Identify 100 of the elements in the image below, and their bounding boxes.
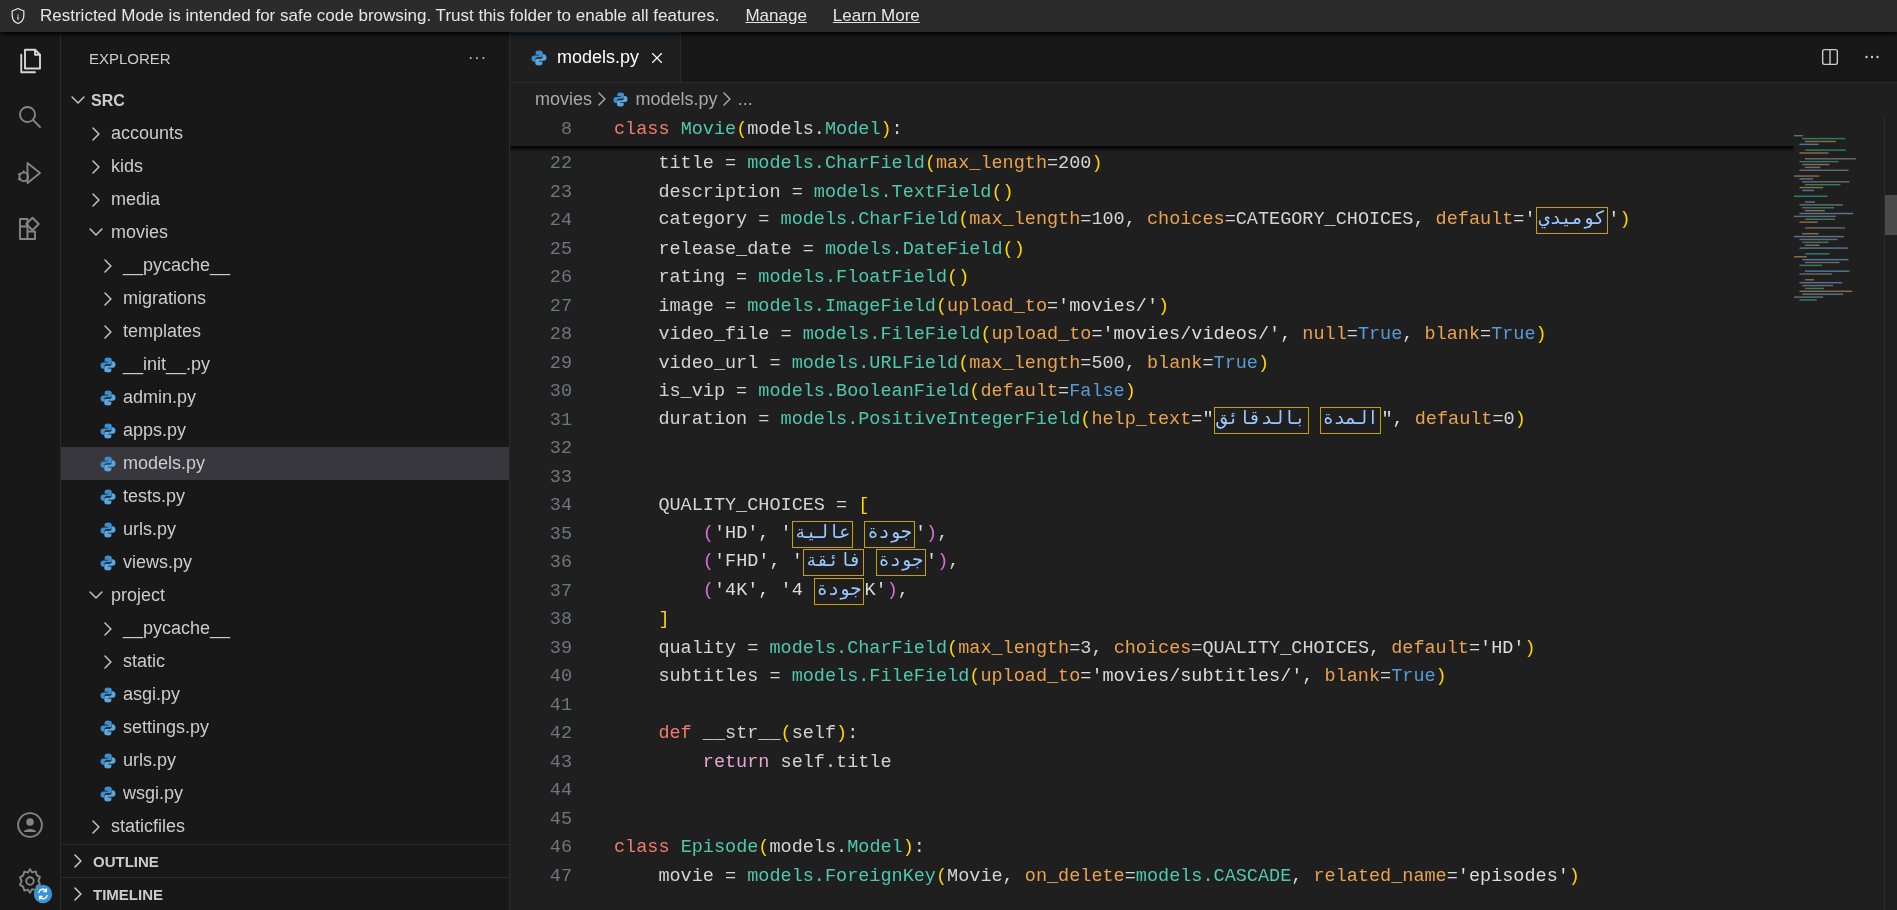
line-number: 30	[548, 381, 572, 403]
line-number: 46	[548, 837, 572, 859]
panel-header[interactable]: TIMELINE	[61, 877, 509, 910]
line-number: 8	[559, 118, 572, 140]
line-number: 28	[548, 324, 572, 346]
line-number: 34	[548, 495, 572, 517]
chevron-icon	[73, 854, 83, 868]
line-number: 27	[548, 295, 572, 317]
line-number: 40	[548, 666, 572, 688]
chevron-icon	[89, 228, 103, 237]
file-item[interactable]: tests.py	[61, 480, 509, 513]
folder-item[interactable]: templates	[61, 315, 509, 348]
code-line: subtitles = models.FileField(upload_to='movies/subtitles/', blank=True)	[657, 666, 1447, 688]
python-file-icon	[99, 454, 117, 473]
code-line: class Movie(models.Model):	[614, 118, 903, 140]
folder-item[interactable]: migrations	[61, 282, 509, 315]
line-number: 47	[548, 865, 572, 887]
line-number: 23	[548, 181, 572, 203]
code-line: class Episode(models.Model):	[614, 837, 925, 859]
banner-link[interactable]: Manage	[745, 6, 807, 26]
file-item[interactable]: admin.py	[61, 381, 509, 414]
line-number: 24	[548, 210, 572, 232]
line-number: 22	[548, 153, 572, 175]
chevron-icon	[91, 159, 101, 174]
file-item[interactable]: settings.py	[61, 711, 509, 744]
python-file-icon	[99, 355, 117, 374]
scrollbar[interactable]	[1884, 115, 1897, 910]
code-line: image = models.ImageField(upload_to='movies/')	[657, 295, 1170, 317]
chevron-icon	[103, 654, 113, 669]
python-file-icon	[99, 388, 117, 407]
code-line: return self.title	[701, 751, 892, 773]
line-number: 43	[548, 751, 572, 773]
code-line: quality = models.CharField(max_length=3, choices=QUALITY_CHOICES, default='HD')	[657, 637, 1536, 659]
chevron-icon	[73, 887, 83, 901]
folder-item[interactable]: media	[61, 183, 509, 216]
folder-item[interactable]: kids	[61, 150, 509, 183]
file-item[interactable]: apps.py	[61, 414, 509, 447]
folder-item[interactable]: staticfiles	[61, 810, 509, 843]
folder-item[interactable]: project	[61, 579, 509, 612]
python-file-icon	[99, 487, 117, 506]
line-number: 44	[548, 780, 572, 802]
file-item[interactable]: urls.py	[61, 513, 509, 546]
breadcrumb-item[interactable]: models.py	[635, 88, 718, 110]
code-line: release_date = models.DateField()	[657, 238, 1025, 260]
file-item[interactable]: asgi.py	[61, 678, 509, 711]
breadcrumb-item[interactable]: movies	[535, 88, 592, 110]
chevron-icon	[103, 258, 113, 273]
code-line: def __str__(self):	[657, 723, 859, 745]
folder-item[interactable]: movies	[61, 216, 509, 249]
line-number: 37	[548, 580, 572, 602]
line-number: 41	[548, 694, 572, 716]
line-number: 45	[548, 808, 572, 830]
folder-item[interactable]: __pycache__	[61, 612, 509, 645]
line-number: 32	[548, 438, 572, 460]
folder-item[interactable]: static	[61, 645, 509, 678]
python-file-icon	[530, 48, 548, 67]
line-number: 25	[548, 238, 572, 260]
code-line: video_url = models.URLField(max_length=500, blank=True)	[657, 352, 1270, 374]
folder-item[interactable]: accounts	[61, 117, 509, 150]
split-editor-icon[interactable]	[1819, 46, 1841, 68]
line-number: 39	[548, 637, 572, 659]
more-actions-button[interactable]: ···	[468, 49, 487, 67]
line-number: 31	[548, 409, 572, 431]
chevron-icon	[723, 92, 732, 106]
explorer-title: EXPLORER	[89, 49, 171, 67]
code-line: QUALITY_CHOICES = [	[657, 495, 870, 517]
chevron-icon	[103, 291, 113, 306]
code-line: rating = models.FloatField()	[657, 267, 970, 289]
panel-header[interactable]: OUTLINE	[61, 844, 509, 877]
python-file-icon	[99, 421, 117, 440]
chevron-icon	[71, 96, 85, 105]
code-line: title = models.CharField(max_length=200)	[657, 153, 1103, 175]
file-item[interactable]: wsgi.py	[61, 777, 509, 810]
folder-root[interactable]: SRC	[61, 84, 509, 117]
code-line: movie = models.ForeignKey(Movie, on_delete=models.CASCADE, related_name='episodes')	[657, 865, 1580, 887]
editor-tab[interactable]: models.py	[510, 32, 682, 82]
python-file-icon	[99, 553, 117, 572]
folder-item[interactable]: __pycache__	[61, 249, 509, 282]
line-number: 26	[548, 267, 572, 289]
file-item[interactable]: models.py	[61, 447, 509, 480]
line-number: 42	[548, 723, 572, 745]
account-icon[interactable]	[15, 810, 45, 840]
code-line: video_file = models.FileField(upload_to='movies/videos/', null=True, blank=True)	[657, 324, 1547, 346]
line-number: 29	[548, 352, 572, 374]
python-file-icon	[99, 520, 117, 539]
chevron-icon	[91, 192, 101, 207]
chevron-icon	[598, 92, 607, 106]
file-item[interactable]: urls.py	[61, 744, 509, 777]
file-item[interactable]: views.py	[61, 546, 509, 579]
chevron-icon	[103, 324, 113, 339]
chevron-icon	[91, 126, 101, 141]
file-item[interactable]: __init__.py	[61, 348, 509, 381]
python-file-icon	[99, 751, 117, 770]
banner-link[interactable]: Learn More	[832, 6, 920, 26]
code-line: ]	[657, 609, 670, 631]
python-file-icon	[99, 685, 117, 704]
line-number: 33	[548, 466, 572, 488]
breadcrumb-item[interactable]: ...	[737, 88, 753, 110]
python-file-icon	[99, 784, 117, 803]
sync-badge-icon	[33, 884, 53, 904]
